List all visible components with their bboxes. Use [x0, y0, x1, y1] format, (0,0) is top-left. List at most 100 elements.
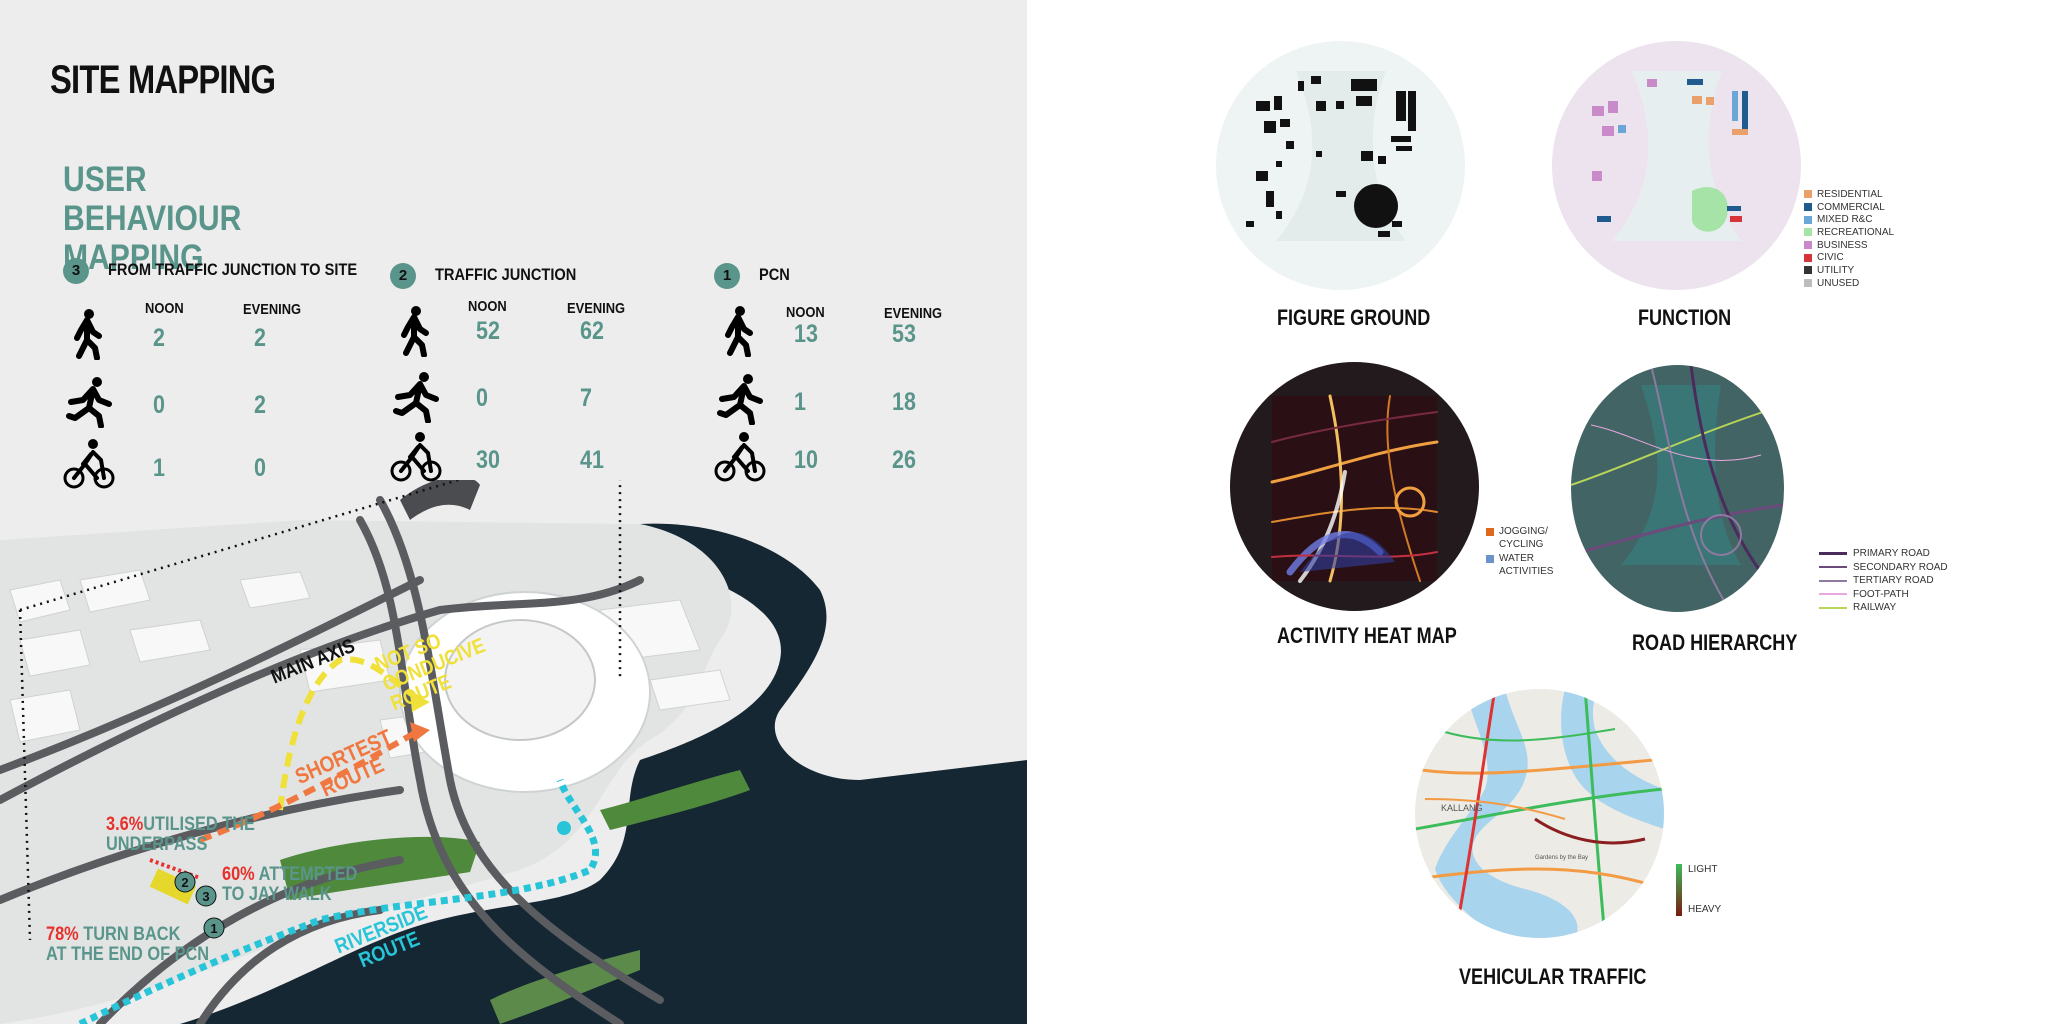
- road-hierarchy-legend: PRIMARY ROAD SECONDARY ROAD TERTIARY ROA…: [1819, 547, 1948, 615]
- legend-swatch: [1804, 253, 1812, 262]
- legend-item-railway: RAILWAY: [1819, 601, 1948, 615]
- map-label: KALLANG: [1441, 803, 1483, 813]
- heat-map-legend: JOGGING/ CYCLING WATER ACTIVITIES: [1486, 525, 1559, 578]
- section-title-line-1: USER BEHAVIOUR: [63, 160, 242, 238]
- location-badge: 3: [63, 258, 89, 284]
- traffic-gradient-bar: [1676, 864, 1682, 916]
- legend-item-utility: UTILITY: [1804, 264, 1894, 277]
- function-graphic: [1592, 71, 1748, 241]
- walk-noon-count: 2: [153, 324, 165, 352]
- cycle-noon-count: 1: [153, 454, 165, 482]
- function-legend: RESIDENTIAL COMMERCIAL MIXED R&C RECREAT…: [1804, 188, 1894, 290]
- traffic-graphic: KALLANG Gardens by the Bay: [1415, 689, 1664, 938]
- underpass-percent: 3.6%: [106, 814, 144, 835]
- marker-2-label: 2: [181, 875, 188, 890]
- turnback-annotation: 78% TURN BACK AT THE END OF PCN: [46, 925, 209, 965]
- run-evening-count: 2: [254, 391, 266, 419]
- legend-item-jogging: JOGGING/ CYCLING: [1486, 525, 1559, 551]
- legend-line: [1819, 552, 1847, 556]
- road-hierarchy-map: [1571, 365, 1784, 612]
- function-map: [1552, 41, 1801, 290]
- runner-icon: [63, 376, 115, 428]
- pedestrian-icon: [714, 305, 766, 357]
- count-group-pcn: 1 PCN NOON EVENING 13 53 1 18 10 26: [714, 263, 1027, 503]
- legend-swatch: [1486, 528, 1494, 536]
- figure-ground-graphic: [1246, 71, 1416, 241]
- cycle-noon-count: 10: [794, 446, 818, 474]
- legend-item-mixed: MIXED R&C: [1804, 213, 1894, 226]
- legend-item-unused: UNUSED: [1804, 277, 1894, 290]
- legend-item-recreational: RECREATIONAL: [1804, 226, 1894, 239]
- legend-item-residential: RESIDENTIAL: [1804, 188, 1894, 201]
- run-noon-count: 1: [794, 388, 806, 416]
- pedestrian-icon: [63, 308, 115, 360]
- legend-item-tertiary: TERTIARY ROAD: [1819, 574, 1948, 588]
- site-mapping-panel: SITE MAPPING USER BEHAVIOUR MAPPING 3 FR…: [0, 0, 1027, 1024]
- walk-noon-count: 52: [476, 317, 500, 345]
- location-badge: 1: [714, 263, 740, 289]
- run-noon-count: 0: [476, 384, 488, 412]
- legend-item-footpath: FOOT-PATH: [1819, 588, 1948, 602]
- legend-line: [1819, 606, 1847, 609]
- heat-map-label: ACTIVITY HEAT MAP: [1277, 623, 1457, 648]
- road-hierarchy-graphic: [1571, 365, 1784, 612]
- traffic-legend-light: LIGHT: [1688, 864, 1718, 875]
- heat-map-graphic: [1270, 394, 1439, 583]
- turnback-text-1: TURN BACK: [83, 924, 181, 945]
- evening-label: EVENING: [243, 301, 302, 318]
- evening-label: EVENING: [567, 300, 626, 317]
- marker-1-label: 1: [210, 921, 217, 936]
- run-noon-count: 0: [153, 391, 165, 419]
- count-group-junction-to-site: 3 FROM TRAFFIC JUNCTION TO SITE NOON EVE…: [63, 258, 383, 498]
- legend-swatch: [1804, 203, 1812, 212]
- count-group-title: PCN: [759, 265, 790, 284]
- turnback-text-2: AT THE END OF PCN: [46, 944, 210, 965]
- legend-swatch: [1804, 241, 1812, 250]
- turnback-percent: 78%: [46, 924, 79, 945]
- walk-evening-count: 53: [892, 320, 916, 348]
- pedestrian-icon: [390, 305, 442, 357]
- marker-3-label: 3: [202, 889, 209, 904]
- legend-item-business: BUSINESS: [1804, 239, 1894, 252]
- jaywalk-annotation: 60% ATTEMPTED TO JAY WALK: [222, 865, 357, 905]
- cycle-noon-count: 30: [476, 446, 500, 474]
- legend-swatch: [1486, 555, 1494, 563]
- cycle-evening-count: 26: [892, 446, 916, 474]
- legend-line: [1819, 593, 1847, 596]
- underpass-text-1: UTILISED THE: [143, 814, 255, 835]
- legend-swatch: [1804, 190, 1812, 199]
- noon-label: NOON: [786, 304, 825, 321]
- walk-noon-count: 13: [794, 320, 818, 348]
- cycle-evening-count: 41: [580, 446, 604, 474]
- figure-ground-label: FIGURE GROUND: [1277, 305, 1431, 330]
- runner-icon: [714, 373, 766, 425]
- legend-swatch: [1804, 266, 1812, 275]
- jaywalk-text-2: TO JAY WALK: [222, 884, 332, 905]
- count-group-title: TRAFFIC JUNCTION: [435, 265, 577, 284]
- legend-swatch: [1804, 279, 1812, 288]
- route-end-marker: [557, 821, 571, 835]
- legend-line: [1819, 566, 1847, 569]
- page-title: SITE MAPPING: [50, 58, 276, 102]
- legend-line: [1819, 579, 1847, 582]
- legend-item-primary: PRIMARY ROAD: [1819, 547, 1948, 561]
- legend-swatch: [1804, 215, 1812, 224]
- count-group-title: FROM TRAFFIC JUNCTION TO SITE: [108, 260, 358, 279]
- activity-heat-map: [1230, 362, 1479, 611]
- runner-icon: [390, 371, 442, 423]
- walk-evening-count: 62: [580, 317, 604, 345]
- legend-item-secondary: SECONDARY ROAD: [1819, 561, 1948, 575]
- noon-label: NOON: [145, 300, 184, 317]
- run-evening-count: 18: [892, 388, 916, 416]
- legend-item-water: WATER ACTIVITIES: [1486, 552, 1559, 578]
- flyover: [400, 480, 480, 520]
- legend-item-civic: CIVIC: [1804, 251, 1894, 264]
- vehicular-traffic-map: KALLANG Gardens by the Bay: [1415, 689, 1664, 938]
- underpass-text-2: UNDERPASS: [106, 834, 208, 855]
- road-hierarchy-label: ROAD HIERARCHY: [1632, 630, 1798, 655]
- cycle-evening-count: 0: [254, 454, 266, 482]
- walk-evening-count: 2: [254, 324, 266, 352]
- noon-label: NOON: [468, 298, 507, 315]
- vehicular-traffic-label: VEHICULAR TRAFFIC: [1459, 964, 1647, 989]
- location-badge: 2: [390, 263, 416, 289]
